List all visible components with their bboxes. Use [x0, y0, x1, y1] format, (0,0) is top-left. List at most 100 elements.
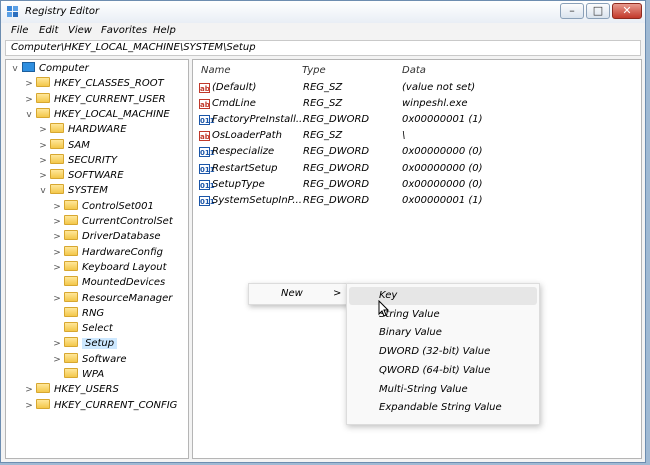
tree-item[interactable]: v HKEY_LOCAL_MACHINE [24, 107, 170, 122]
tree-item-label: HKEY_CURRENT_USER [54, 93, 166, 105]
value-row[interactable]: 011 SetupType REG_DWORD 0x00000000 (0) [193, 177, 633, 193]
tree-item[interactable]: > HKEY_CLASSES_ROOT [24, 76, 164, 91]
tree-item-label: DriverDatabase [82, 231, 161, 243]
menu-view[interactable]: View [68, 25, 92, 36]
menu-help[interactable]: Help [153, 25, 176, 36]
tree-item[interactable]: > Software [52, 352, 126, 367]
tree-item[interactable]: > Keyboard Layout [52, 260, 167, 275]
value-data: 0x00000000 (0) [402, 162, 483, 174]
chevron-right-icon[interactable]: > [52, 261, 62, 276]
value-name: SetupType [212, 178, 265, 190]
value-row[interactable]: 011 SystemSetupInP... REG_DWORD 0x00000001 … [193, 193, 633, 209]
folder-icon [64, 352, 78, 363]
chevron-right-icon[interactable]: > [38, 154, 48, 169]
address-bar[interactable]: Computer\HKEY_LOCAL_MACHINE\SYSTEM\Setup [5, 40, 641, 56]
folder-icon [64, 260, 78, 271]
tree-item[interactable]: > DriverDatabase [52, 229, 161, 244]
value-row[interactable]: 011 FactoryPreInstall... REG_DWORD 0x000000… [193, 112, 633, 128]
chevron-down-icon[interactable]: v [38, 184, 48, 199]
tree-item-label: HARDWARE [68, 124, 127, 136]
value-type: REG_SZ [303, 130, 343, 142]
folder-icon [36, 77, 50, 88]
value-type: REG_SZ [303, 98, 343, 110]
chevron-right-icon[interactable]: > [38, 123, 48, 138]
tree-item[interactable]: RNG [52, 306, 104, 321]
column-header-data[interactable]: Data [402, 65, 426, 76]
maximize-button[interactable]: □ [586, 3, 610, 19]
tree-item[interactable]: > ResourceManager [52, 291, 172, 306]
tree-item-label: WPA [82, 369, 105, 380]
chevron-right-icon[interactable]: > [52, 230, 62, 245]
tree-item[interactable]: v SYSTEM [38, 183, 108, 198]
menu-file[interactable]: File [11, 25, 28, 36]
submenu-item[interactable]: String Value [347, 306, 539, 324]
tree-item[interactable]: WPA [52, 367, 104, 382]
chevron-right-icon[interactable]: > [38, 169, 48, 184]
mouse-cursor-icon [378, 300, 390, 317]
value-name: RestartSetup [212, 162, 278, 174]
chevron-right-icon[interactable]: > [24, 383, 34, 398]
column-header-name[interactable]: Name [201, 65, 231, 76]
tree-item-label: SYSTEM [68, 185, 108, 197]
folder-icon [50, 138, 64, 149]
menu-favorites[interactable]: Favorites [101, 25, 147, 36]
submenu-item[interactable]: QWORD (64-bit) Value [347, 362, 539, 380]
value-row[interactable]: 011 RestartSetup REG_DWORD 0x00000000 (0) [193, 161, 633, 177]
chevron-right-icon[interactable]: > [52, 246, 62, 261]
string-value-icon: ab [199, 99, 210, 110]
title-bar[interactable]: Registry Editor – □ ✕ [1, 1, 645, 23]
value-row[interactable]: ab CmdLine REG_SZ winpeshl.exe [193, 96, 633, 112]
tree-item-label: HardwareConfig [82, 246, 163, 258]
key-tree-pane[interactable]: v Computer > HKEY_CLASSES_ROOT > HKEY_CURRENT… [5, 59, 189, 459]
new-submenu: Key String Value Binary Value DWORD (32-bit… [346, 283, 540, 425]
context-menu-new[interactable]: New [281, 288, 303, 299]
tree-item-label: Computer [39, 63, 89, 74]
value-name: Respecialize [212, 146, 275, 158]
tree-item-label: HKEY_LOCAL_MACHINE [54, 108, 170, 120]
chevron-right-icon[interactable]: > [52, 215, 62, 230]
chevron-down-icon[interactable]: v [24, 108, 34, 123]
value-row[interactable]: ab (Default) REG_SZ (value not set) [193, 80, 633, 96]
column-header-type[interactable]: Type [302, 65, 326, 76]
registry-app-icon [7, 6, 18, 17]
tree-item[interactable]: > Setup [52, 336, 118, 352]
tree-item-label: HKEY_CLASSES_ROOT [54, 78, 164, 90]
tree-item[interactable]: > SOFTWARE [38, 168, 124, 183]
chevron-right-icon[interactable]: > [24, 93, 34, 108]
close-button[interactable]: ✕ [612, 3, 642, 19]
tree-item[interactable]: > HKEY_USERS [24, 382, 119, 397]
chevron-right-icon[interactable]: > [38, 139, 48, 154]
tree-item[interactable]: v Computer [10, 61, 89, 76]
tree-item[interactable]: > SECURITY [38, 153, 117, 168]
window-title: Registry Editor [25, 6, 100, 17]
tree-item[interactable]: Select [52, 321, 113, 336]
tree-item[interactable]: > HKEY_CURRENT_USER [24, 92, 166, 107]
submenu-item[interactable]: DWORD (32-bit) Value [347, 343, 539, 361]
tree-item[interactable]: > HardwareConfig [52, 245, 163, 260]
tree-item-label: ResourceManager [82, 292, 173, 304]
tree-item[interactable]: > SAM [38, 138, 90, 153]
tree-item[interactable]: > HKEY_CURRENT_CONFIG [24, 398, 177, 413]
submenu-item[interactable]: Binary Value [347, 324, 539, 342]
chevron-right-icon[interactable]: > [52, 292, 62, 307]
chevron-right-icon[interactable]: > [52, 353, 62, 368]
minimize-button[interactable]: – [560, 3, 584, 19]
tree-item[interactable]: > HARDWARE [38, 122, 127, 137]
tree-item[interactable]: MountedDevices [52, 275, 165, 290]
folder-icon [64, 245, 78, 256]
value-row[interactable]: 011 Respecialize REG_DWORD 0x00000000 (0) [193, 144, 633, 160]
chevron-right-icon[interactable]: > [24, 399, 34, 414]
chevron-right-icon[interactable]: > [52, 337, 62, 352]
chevron-right-icon[interactable]: > [24, 77, 34, 92]
value-type: REG_DWORD [303, 114, 370, 126]
chevron-right-icon[interactable]: > [52, 200, 62, 215]
submenu-item[interactable]: Multi-String Value [347, 381, 539, 399]
submenu-item[interactable]: Expandable String Value [347, 399, 539, 417]
value-row[interactable]: ab OsLoaderPath REG_SZ \ [193, 128, 633, 144]
folder-icon [50, 153, 64, 164]
tree-item[interactable]: > ControlSet001 [52, 199, 154, 214]
chevron-down-icon[interactable]: v [10, 62, 20, 77]
menu-edit[interactable]: Edit [39, 25, 58, 36]
folder-icon [64, 337, 78, 348]
tree-item[interactable]: > CurrentControlSet [52, 214, 173, 229]
